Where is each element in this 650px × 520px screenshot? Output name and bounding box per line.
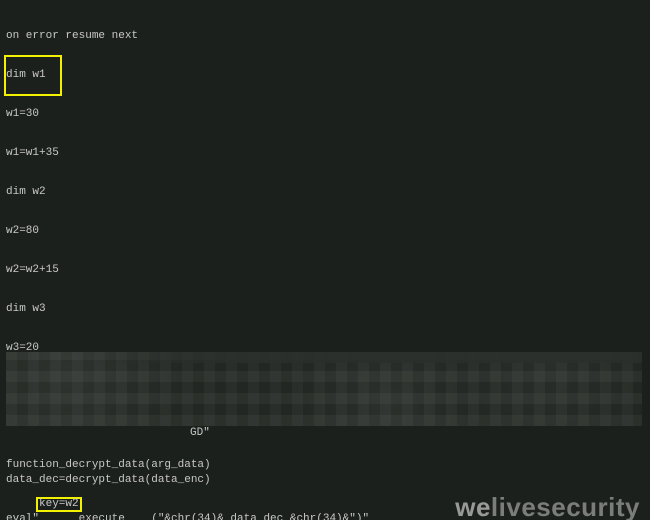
- code-line: eval" execute ("&chr(34)& data_dec &chr(…: [6, 513, 448, 520]
- code-line: w2=w2+15: [6, 264, 646, 277]
- code-line: dim w1: [6, 69, 646, 82]
- watermark-bold: we: [455, 492, 491, 520]
- code-line: data_dec=decrypt_data(data_enc): [6, 474, 448, 487]
- code-line: w2=80: [6, 225, 646, 238]
- code-screenshot: on error resume next dim w1 w1=30 w1=w1+…: [0, 0, 650, 520]
- code-lines: on error resume next dim w1 w1=30 w1=w1+…: [6, 4, 646, 520]
- code-line: dim w3: [6, 303, 646, 316]
- pixelated-overlay-top: [75, 352, 642, 363]
- watermark-logo: welivesecurity: [455, 501, 640, 514]
- code-lines-bottom: data_dec=decrypt_data(data_enc) eval" ex…: [6, 448, 448, 520]
- code-line: w1=30: [6, 108, 646, 121]
- code-line: w1=w1+35: [6, 147, 646, 160]
- code-line: dim w2: [6, 186, 646, 199]
- pixelated-overlay: [6, 352, 642, 426]
- watermark-text: livesecurity: [491, 492, 640, 520]
- code-line: on error resume next: [6, 30, 646, 43]
- code-line-tail: GD": [188, 427, 212, 440]
- redacted-data-block: [6, 352, 642, 426]
